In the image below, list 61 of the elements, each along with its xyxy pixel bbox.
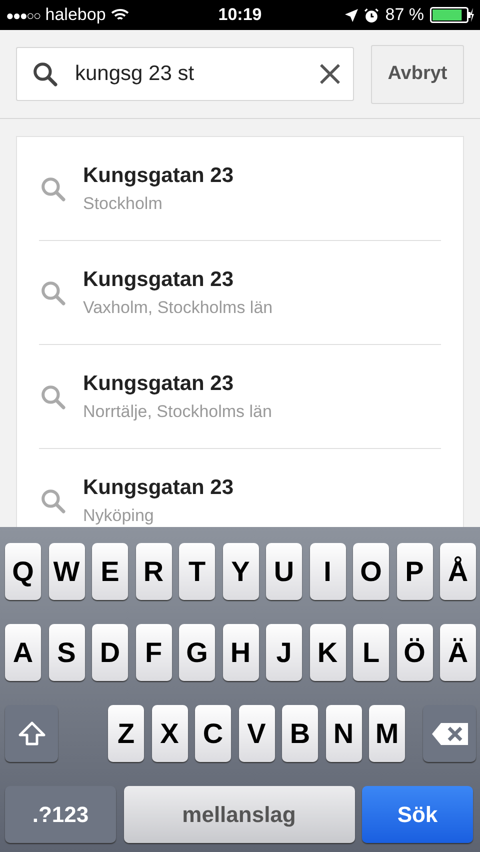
keyboard-key[interactable]: X [152,705,188,762]
shift-arrow-icon [18,720,46,746]
keyboard-key[interactable]: M [369,705,405,762]
keyboard-key[interactable]: G [179,624,215,681]
clock: 10:19 [218,5,262,25]
suggestion-title[interactable]: Kungsgatan 23 [83,268,273,292]
suggestion-location: Stockholm [83,194,164,214]
keyboard-key[interactable]: R [136,543,172,600]
keyboard-key[interactable]: Ö [396,624,432,681]
alarm-clock-icon [364,8,380,22]
carrier-name: halebop [45,5,106,25]
search-icon [39,382,67,410]
keyboard-key[interactable]: L [353,624,389,681]
keyboard-key[interactable]: V [238,705,274,762]
keyboard-key[interactable]: F [136,624,172,681]
location-arrow-icon [345,8,358,22]
keyboard-key[interactable]: Y [222,543,258,600]
keyboard-key[interactable]: H [222,624,258,681]
search-key[interactable]: Sök [362,786,473,843]
keyboard-key[interactable]: B [282,705,318,762]
keyboard-key[interactable]: C [195,705,231,762]
search-field[interactable]: kungsg 23 st [16,47,354,101]
clear-icon[interactable] [319,63,341,85]
suggestion-title[interactable]: Kungsgatan 23 [83,164,234,188]
search-icon [39,486,67,514]
keyboard-key[interactable]: T [179,543,215,600]
search-query: kungsg 23 st [75,62,196,86]
search-icon [31,60,59,88]
keyboard-key[interactable]: Z [108,705,144,762]
backspace-key[interactable] [423,705,476,762]
wifi-icon [110,8,129,22]
keyboard-key[interactable]: Å [440,543,476,600]
keyboard-key[interactable]: U [266,543,302,600]
cancel-button[interactable]: Avbryt [371,44,464,104]
suggestion-title[interactable]: Kungsgatan 23 [83,372,272,396]
battery-percentage: 87 % [385,5,424,25]
keyboard-key[interactable]: I [310,543,346,600]
keyboard-key[interactable]: N [326,705,362,762]
keyboard-key[interactable]: P [396,543,432,600]
suggestion-title[interactable]: Kungsgatan 23 [83,476,234,500]
signal-strength: ●●●○○ [6,8,40,22]
suggestion-location: Norrtälje, Stockholms län [83,402,272,422]
keyboard-key[interactable]: A [5,624,41,681]
suggestion-location: Vaxholm, Stockholms län [83,298,273,318]
keyboard-key[interactable]: W [48,543,84,600]
keyboard-key[interactable]: Ä [440,624,476,681]
search-icon [39,278,67,306]
space-key[interactable]: mellanslag [124,786,354,843]
shift-key[interactable] [5,705,58,762]
keyboard-key[interactable]: O [353,543,389,600]
keyboard-key[interactable]: D [92,624,128,681]
search-icon [39,174,67,202]
keyboard-key[interactable]: K [310,624,346,681]
battery-icon [430,7,474,23]
numbers-key[interactable]: .?123 [5,786,116,843]
suggestion-location: Nyköping [83,506,155,526]
keyboard-key[interactable]: J [266,624,302,681]
keyboard-key[interactable]: Q [5,543,41,600]
backspace-icon [430,722,468,746]
keyboard-key[interactable]: S [48,624,84,681]
keyboard-key[interactable]: E [92,543,128,600]
